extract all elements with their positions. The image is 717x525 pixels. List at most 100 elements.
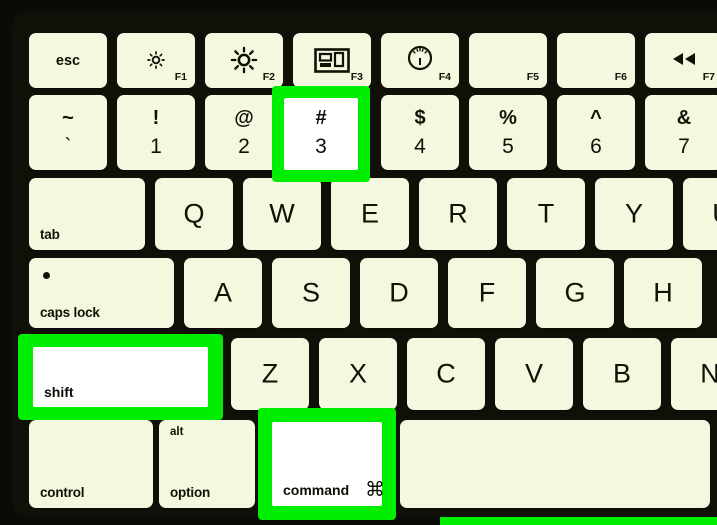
key-f6-fnlabel: F6 xyxy=(614,70,627,83)
key-tab[interactable]: tab xyxy=(29,178,145,250)
key-4-upper: $ xyxy=(414,107,426,129)
dashboard-gauge-icon xyxy=(406,44,434,77)
key-w[interactable]: W xyxy=(243,178,321,250)
key-4-lower: 4 xyxy=(414,135,426,158)
key-caps-lock-label: caps lock xyxy=(40,304,100,320)
key-f2-fnlabel: F2 xyxy=(262,70,275,83)
key-q[interactable]: Q xyxy=(155,178,233,250)
key-n[interactable]: N xyxy=(671,338,717,410)
mission-control-icon xyxy=(314,48,350,78)
key-g-label: G xyxy=(564,277,586,308)
key-d-label: D xyxy=(389,277,409,308)
rewind-icon xyxy=(671,52,697,71)
key-5[interactable]: % 5 xyxy=(469,95,547,170)
key-3-upper: # xyxy=(315,107,327,129)
key-7-upper: & xyxy=(676,107,692,129)
key-7[interactable]: & 7 xyxy=(645,95,717,170)
key-3-lower: 3 xyxy=(315,135,327,158)
key-6[interactable]: ^ 6 xyxy=(557,95,635,170)
key-z-label: Z xyxy=(261,358,279,389)
key-esc-label: esc xyxy=(55,52,81,69)
key-f-label: F xyxy=(478,277,496,308)
key-f1-fnlabel: F1 xyxy=(174,70,187,83)
key-u-label: U xyxy=(683,200,717,228)
key-e-label: E xyxy=(360,198,379,229)
brightness-up-icon xyxy=(230,46,258,79)
key-5-lower: 5 xyxy=(502,135,514,158)
key-f3[interactable]: F3 xyxy=(293,33,371,88)
command-symbol-icon: ⌘ xyxy=(365,479,385,501)
key-v-label: V xyxy=(524,358,543,389)
key-s-label: S xyxy=(301,277,320,308)
brightness-down-icon xyxy=(145,49,167,76)
key-f5[interactable]: F5 xyxy=(469,33,547,88)
key-command[interactable]: command ⌘ xyxy=(272,422,385,506)
caps-lock-led-icon xyxy=(43,272,50,279)
key-f5-fnlabel: F5 xyxy=(526,70,539,83)
key-b-label: B xyxy=(612,358,631,389)
key-1-lower: 1 xyxy=(150,135,162,158)
key-3[interactable]: # 3 xyxy=(284,98,358,170)
key-f6[interactable]: F6 xyxy=(557,33,635,88)
key-caps-lock[interactable]: caps lock xyxy=(29,258,174,328)
highlight-key-shift[interactable]: shift xyxy=(18,334,223,420)
key-4[interactable]: $ 4 xyxy=(381,95,459,170)
key-f4[interactable]: F4 xyxy=(381,33,459,88)
key-f7-fnlabel: F7 xyxy=(702,70,715,83)
key-h-label: H xyxy=(653,277,673,308)
key-control-label: control xyxy=(40,484,85,500)
key-u[interactable]: U xyxy=(683,178,717,250)
key-option[interactable]: alt option xyxy=(159,420,255,508)
key-e[interactable]: E xyxy=(331,178,409,250)
key-f3-fnlabel: F3 xyxy=(350,70,363,83)
key-tilde[interactable]: ~ ` xyxy=(29,95,107,170)
key-y[interactable]: Y xyxy=(595,178,673,250)
key-control[interactable]: control xyxy=(29,420,153,508)
key-h[interactable]: H xyxy=(624,258,702,328)
key-f4-fnlabel: F4 xyxy=(438,70,451,83)
key-option-secondary-label: alt xyxy=(170,426,184,438)
key-f1[interactable]: F1 xyxy=(117,33,195,88)
key-v[interactable]: V xyxy=(495,338,573,410)
key-1-upper: ! xyxy=(152,107,160,129)
key-t-label: T xyxy=(537,198,555,229)
key-1[interactable]: ! 1 xyxy=(117,95,195,170)
key-6-lower: 6 xyxy=(590,135,602,158)
key-a-label: A xyxy=(213,277,232,308)
key-c-label: C xyxy=(436,358,456,389)
key-6-upper: ^ xyxy=(590,107,602,129)
key-r[interactable]: R xyxy=(419,178,497,250)
key-s[interactable]: S xyxy=(272,258,350,328)
key-esc[interactable]: esc xyxy=(29,33,107,88)
key-tab-label: tab xyxy=(40,226,60,242)
key-a[interactable]: A xyxy=(184,258,262,328)
key-z[interactable]: Z xyxy=(231,338,309,410)
highlight-strip-bottom[interactable] xyxy=(440,517,717,525)
key-f7[interactable]: F7 xyxy=(645,33,717,88)
key-tilde-upper: ~ xyxy=(62,107,74,129)
key-t[interactable]: T xyxy=(507,178,585,250)
key-d[interactable]: D xyxy=(360,258,438,328)
key-tilde-lower: ` xyxy=(64,135,72,158)
key-b[interactable]: B xyxy=(583,338,661,410)
key-x-label: X xyxy=(348,358,367,389)
key-f[interactable]: F xyxy=(448,258,526,328)
highlight-key-command[interactable]: command ⌘ xyxy=(258,408,396,520)
key-q-label: Q xyxy=(183,198,205,229)
keyboard-illustration: esc F1 F2 F3 F4 F5 F6 F7 ~ ` ! 1 @ 2 $ 4… xyxy=(0,0,717,525)
key-shift[interactable]: shift xyxy=(33,347,208,407)
key-y-label: Y xyxy=(624,198,643,229)
key-7-lower: 7 xyxy=(678,135,690,158)
key-w-label: W xyxy=(269,198,295,229)
key-c[interactable]: C xyxy=(407,338,485,410)
highlight-key-3[interactable]: # 3 xyxy=(272,86,370,182)
key-command-label: command xyxy=(283,482,350,498)
key-space[interactable] xyxy=(400,420,710,508)
key-option-label: option xyxy=(170,484,211,500)
key-g[interactable]: G xyxy=(536,258,614,328)
key-x[interactable]: X xyxy=(319,338,397,410)
key-f2[interactable]: F2 xyxy=(205,33,283,88)
key-n-label: N xyxy=(700,358,717,389)
key-r-label: R xyxy=(448,198,468,229)
key-shift-label: shift xyxy=(44,384,74,400)
